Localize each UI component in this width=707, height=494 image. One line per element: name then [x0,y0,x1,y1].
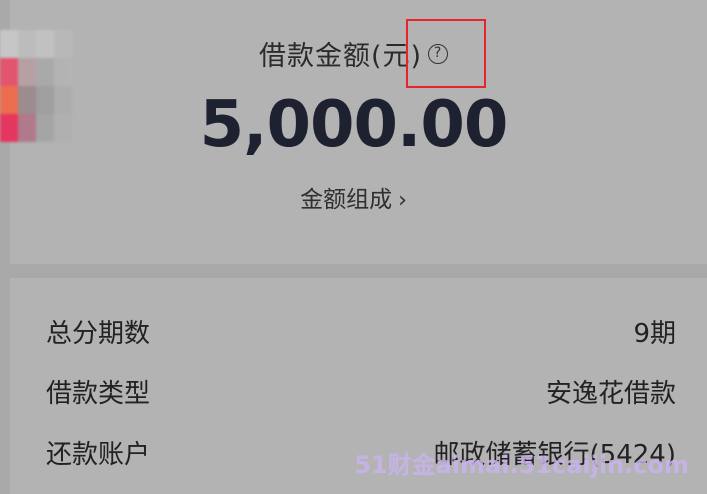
highlight-annotation-box [406,19,486,88]
amount-label-row: 借款金额(元)? [0,34,707,73]
detail-value: 安逸花借款 [545,378,676,409]
amount-composition-link[interactable]: 金额组成 › [0,180,707,214]
section-divider [10,264,707,278]
chevron-right-icon: › [398,188,407,213]
loan-amount-value: 5,000.00 [199,88,509,162]
amount-label: 借款金额(元) [258,41,423,72]
loan-detail-screen: 借款金额(元)? 5,000.00 金额组成 › 总分期数 9期 借款类型 安逸花… [0,0,707,494]
detail-value: 9期 [633,318,676,349]
detail-label: 总分期数 [46,318,151,349]
amount-composition-label: 金额组成 [300,187,393,213]
detail-label: 还款账户 [46,439,151,470]
detail-row-loan-type: 借款类型 安逸花借款 [46,371,676,411]
site-watermark: 51财金aimai.51caijin.com [354,451,689,479]
detail-label: 借款类型 [46,378,151,409]
detail-row-installments: 总分期数 9期 [46,311,676,351]
